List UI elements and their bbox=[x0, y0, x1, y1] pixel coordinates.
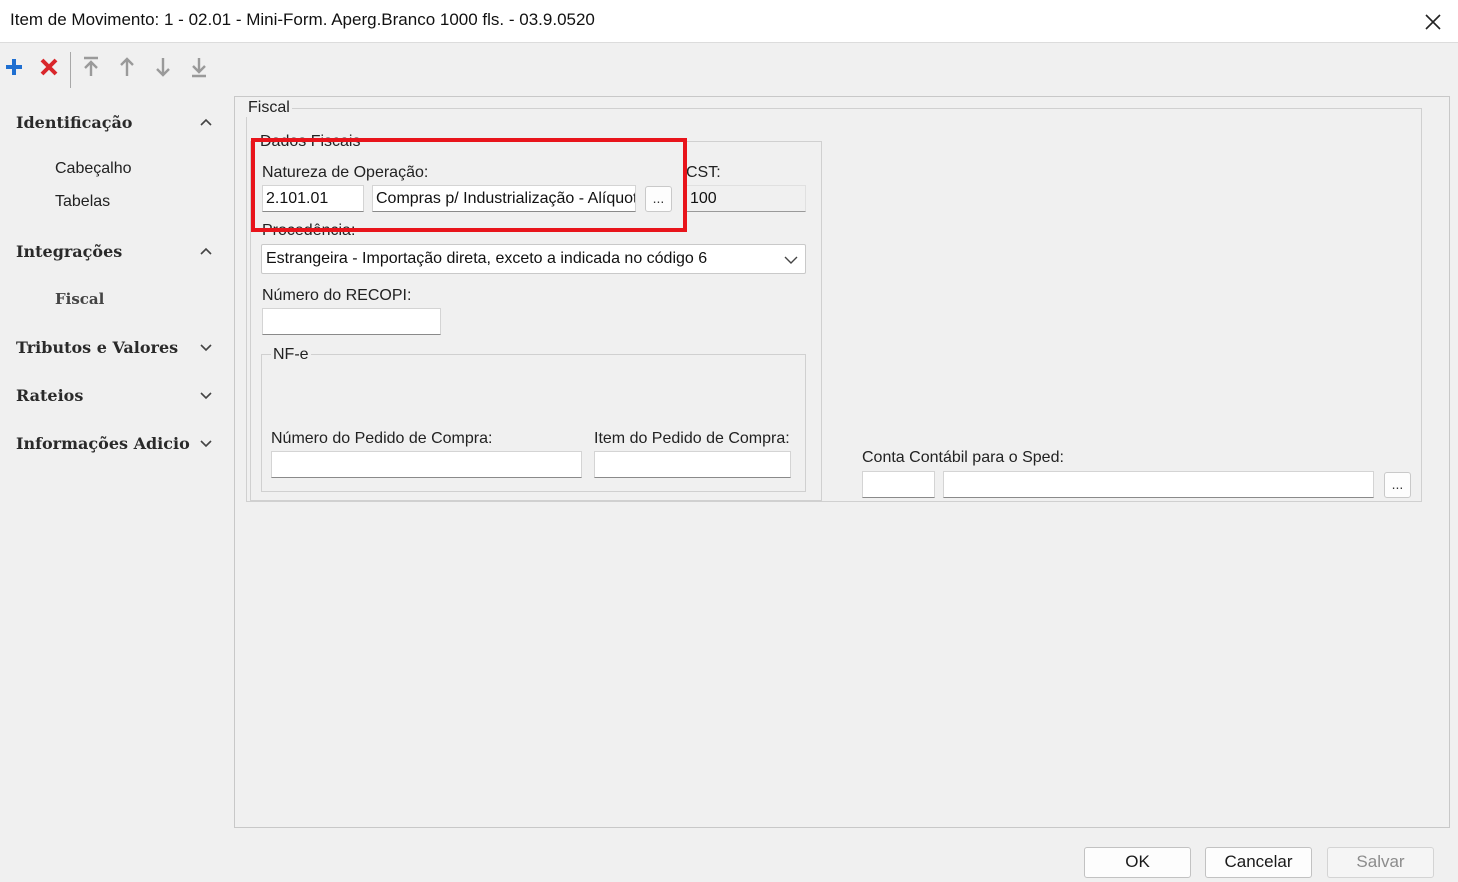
nav-section-label: Integrações bbox=[16, 241, 123, 261]
toolbar bbox=[0, 48, 240, 88]
move-first-button[interactable] bbox=[78, 54, 104, 80]
item-pedido-label: Item do Pedido de Compra: bbox=[594, 430, 790, 447]
delete-icon bbox=[40, 58, 58, 76]
nav-section-integracoes[interactable]: Integrações bbox=[16, 239, 216, 263]
move-last-icon bbox=[192, 58, 206, 78]
delete-button[interactable] bbox=[36, 54, 62, 80]
chevron-up-icon bbox=[200, 247, 212, 255]
nav-section-tributos[interactable]: Tributos e Valores bbox=[16, 335, 216, 359]
nav-item-fiscal[interactable]: Fiscal bbox=[55, 290, 104, 308]
title-bar: Item de Movimento: 1 - 02.01 - Mini-Form… bbox=[0, 0, 1458, 43]
recopi-input[interactable] bbox=[262, 308, 441, 335]
chevron-down-icon bbox=[200, 392, 212, 400]
procedencia-select[interactable]: Estrangeira - Importação direta, exceto … bbox=[261, 244, 806, 274]
conta-contabil-code-input[interactable] bbox=[862, 471, 935, 498]
nav-section-label: Identificação bbox=[16, 112, 133, 132]
conta-contabil-desc-input[interactable] bbox=[943, 471, 1374, 498]
nav-section-informacoes[interactable]: Informações Adicio bbox=[16, 431, 216, 455]
move-last-button[interactable] bbox=[186, 54, 212, 80]
chevron-up-icon bbox=[200, 118, 212, 126]
nav-item-cabecalho[interactable]: Cabeçalho bbox=[55, 160, 132, 178]
move-up-icon bbox=[120, 57, 134, 76]
pedido-compra-label: Número do Pedido de Compra: bbox=[271, 430, 493, 447]
move-down-button[interactable] bbox=[150, 54, 176, 80]
conta-contabil-lookup-button[interactable]: ... bbox=[1384, 472, 1411, 498]
nav-item-tabelas[interactable]: Tabelas bbox=[55, 193, 110, 211]
add-icon bbox=[6, 59, 22, 75]
add-button[interactable] bbox=[1, 54, 27, 80]
nav-section-identificacao[interactable]: Identificação bbox=[16, 110, 216, 134]
close-icon bbox=[1425, 13, 1441, 30]
procedencia-value: Estrangeira - Importação direta, exceto … bbox=[266, 250, 708, 267]
chevron-down-icon bbox=[200, 440, 212, 448]
nfe-group-title: NF-e bbox=[271, 346, 311, 364]
cst-label: CST: bbox=[686, 164, 721, 181]
ok-button[interactable]: OK bbox=[1084, 847, 1191, 878]
window-title: Item de Movimento: 1 - 02.01 - Mini-Form… bbox=[10, 10, 595, 29]
chevron-down-icon bbox=[784, 256, 798, 264]
cancel-button[interactable]: Cancelar bbox=[1205, 847, 1312, 878]
nav-section-label: Rateios bbox=[16, 385, 84, 405]
highlight-box bbox=[251, 138, 687, 232]
pedido-compra-input[interactable] bbox=[271, 451, 582, 478]
move-down-icon bbox=[156, 58, 170, 77]
nav-section-rateios[interactable]: Rateios bbox=[16, 383, 216, 407]
move-first-icon bbox=[84, 56, 98, 76]
nav-section-label: Tributos e Valores bbox=[16, 337, 179, 357]
move-up-button[interactable] bbox=[114, 54, 140, 80]
cst-input[interactable]: 100 bbox=[686, 185, 806, 212]
nav-section-label: Informações Adicio bbox=[16, 433, 190, 453]
toolbar-separator bbox=[70, 52, 71, 88]
conta-contabil-label: Conta Contábil para o Sped: bbox=[862, 449, 1064, 466]
item-pedido-input[interactable] bbox=[594, 451, 791, 478]
chevron-down-icon bbox=[200, 344, 212, 352]
close-button[interactable] bbox=[1408, 0, 1458, 43]
fiscal-group-title: Fiscal bbox=[246, 99, 292, 117]
save-button[interactable]: Salvar bbox=[1327, 847, 1434, 878]
recopi-label: Número do RECOPI: bbox=[262, 287, 412, 304]
